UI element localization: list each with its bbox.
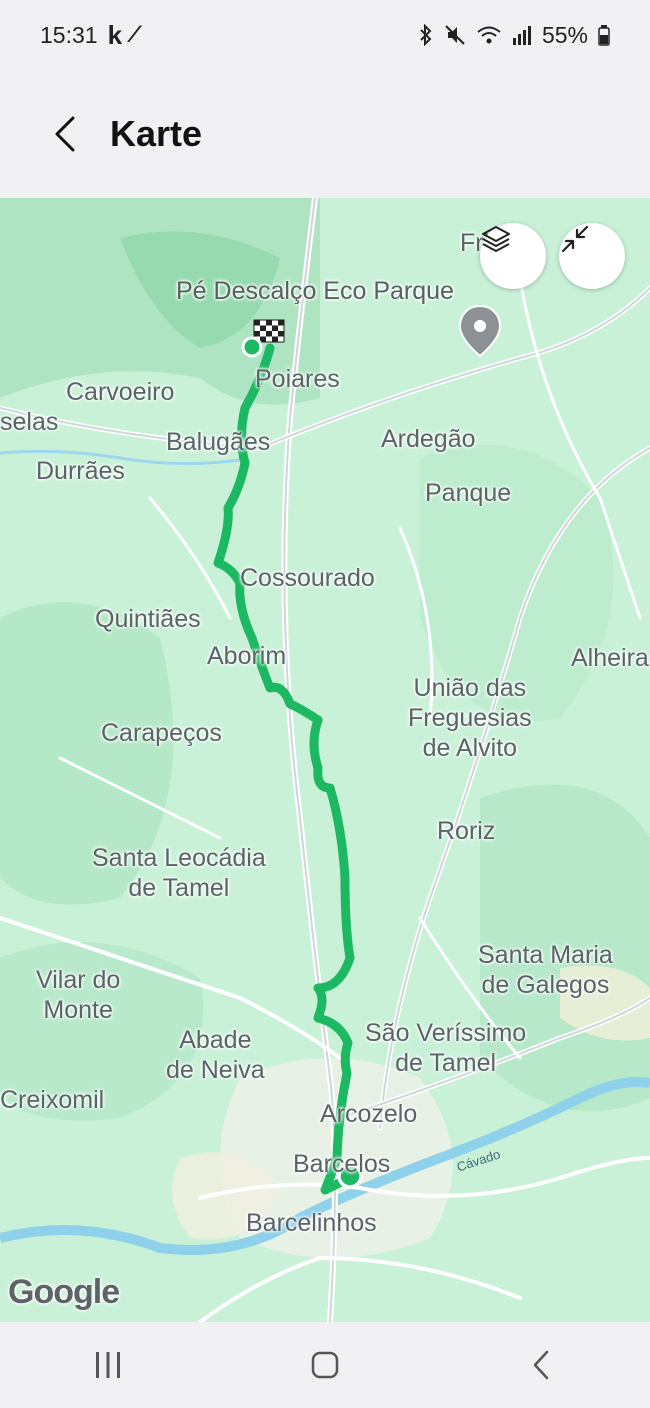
status-time: 15:31 <box>40 21 98 48</box>
signal-icon <box>512 26 531 45</box>
home-button[interactable] <box>285 1335 365 1395</box>
k-icon: k <box>107 19 123 50</box>
back-arrow-icon <box>533 1350 548 1380</box>
bluetooth-icon <box>420 24 432 46</box>
system-nav-bar <box>0 1322 650 1408</box>
back-button[interactable] <box>45 104 85 164</box>
place-label-cossourado: Cossourado <box>240 564 375 592</box>
route-end-dot <box>241 336 263 358</box>
home-icon <box>311 1351 339 1379</box>
mute-icon <box>445 25 465 45</box>
place-label-ardegao: Ardegão <box>381 425 476 453</box>
status-bar: 15:31 k ⁄ 55% <box>0 0 650 70</box>
place-label-pe-descalco[interactable]: Pé Descalço Eco Parque <box>176 276 454 306</box>
chevron-left-icon <box>55 116 75 152</box>
app-bar: Karte <box>0 70 650 198</box>
layers-icon <box>482 226 510 252</box>
place-label-vilar-do-monte: Vilar do Monte <box>36 966 121 1024</box>
place-label-carapecos: Carapeços <box>101 719 222 747</box>
place-label-quintiaes: Quintiães <box>95 605 201 633</box>
finish-flag-marker <box>253 319 285 343</box>
layers-button[interactable] <box>480 223 546 289</box>
recents-button[interactable] <box>68 1335 148 1395</box>
place-label-roriz: Roriz <box>437 817 496 845</box>
place-label-barcelos: Barcelos <box>293 1150 391 1178</box>
status-right: 55% <box>418 22 610 49</box>
z-icon: ⁄ <box>132 21 137 48</box>
place-label-selas: selas <box>0 408 59 436</box>
map-view[interactable]: Fri...la Pé Descalço Eco Parque Carvoeir… <box>0 198 650 1322</box>
place-label-sao-verissimo: São Veríssimo de Tamel <box>365 1019 527 1077</box>
google-logo: Google <box>8 1273 120 1311</box>
battery-icon <box>598 25 610 46</box>
page-title: Karte <box>110 113 203 154</box>
place-label-abade-de-neiva: Abade de Neiva <box>166 1026 265 1084</box>
collapse-icon <box>561 225 589 253</box>
place-label-durraes: Durrães <box>36 457 125 485</box>
nav-back-button[interactable] <box>502 1335 582 1395</box>
minimize-button[interactable] <box>559 223 625 289</box>
place-label-arcozelo: Arcozelo <box>320 1100 418 1128</box>
place-label-balugaes: Balugães <box>166 428 271 456</box>
place-label-alheira: Alheira <box>571 644 649 672</box>
place-label-uniao: União das Freguesias de Alvito <box>408 674 532 762</box>
recents-icon <box>96 1352 121 1378</box>
place-label-carvoeiro: Carvoeiro <box>66 378 175 406</box>
wifi-icon <box>477 26 501 44</box>
place-label-santa-maria: Santa Maria de Galegos <box>478 941 613 999</box>
place-label-panque: Panque <box>425 479 512 507</box>
place-label-barcelinhos: Barcelinhos <box>246 1209 377 1237</box>
battery-level: 55% <box>541 21 588 48</box>
place-label-creixomil: Creixomil <box>0 1086 105 1114</box>
place-label-santa-leocadia: Santa Leocádia de Tamel <box>92 844 266 902</box>
place-label-aborim: Aborim <box>207 642 287 670</box>
place-label-poiares: Poiares <box>255 365 340 393</box>
status-left: 15:31 k ⁄ <box>40 20 136 51</box>
